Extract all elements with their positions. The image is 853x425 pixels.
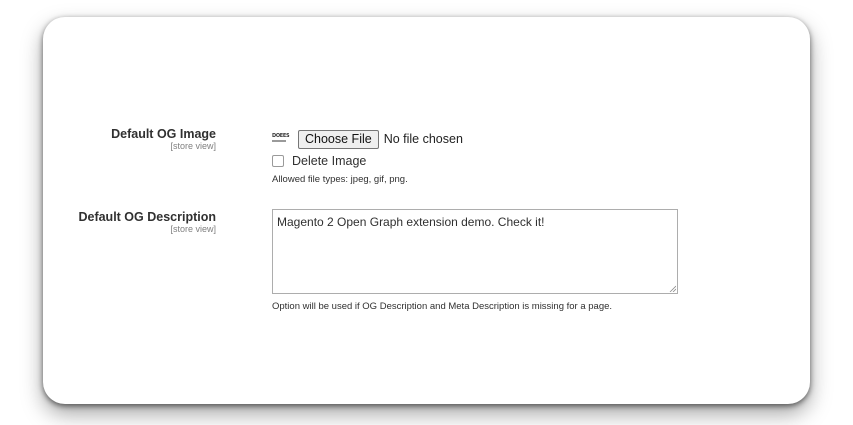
allowed-file-types-note: Allowed file types: jpeg, gif, png.: [272, 174, 408, 185]
settings-card: Default OG Image [store view] DOEES Choo…: [43, 17, 810, 404]
screenshot-stage: Default OG Image [store view] DOEES Choo…: [0, 0, 853, 425]
og-image-scope: [store view]: [170, 141, 216, 151]
delete-image-checkbox[interactable]: [272, 155, 284, 167]
og-description-value: Magento 2 Open Graph extension demo. Che…: [277, 215, 545, 229]
og-image-thumbnail[interactable]: DOEES: [272, 133, 290, 144]
og-image-title: Default OG Image: [111, 127, 216, 141]
og-description-scope: [store view]: [170, 224, 216, 234]
og-image-label: Default OG Image [store view]: [111, 127, 216, 152]
og-image-uploader: DOEES Choose File No file chosen: [272, 129, 463, 149]
delete-image-row: Delete Image: [272, 153, 366, 169]
delete-image-label[interactable]: Delete Image: [292, 154, 366, 168]
og-description-title: Default OG Description: [78, 210, 216, 224]
og-description-textarea[interactable]: Magento 2 Open Graph extension demo. Che…: [272, 209, 678, 294]
og-image-thumbnail-text: DOEES: [272, 133, 290, 139]
file-status-text: No file chosen: [383, 132, 463, 146]
og-image-thumbnail-bar: [272, 140, 286, 142]
resize-handle-icon[interactable]: [669, 285, 676, 292]
og-description-label: Default OG Description [store view]: [78, 210, 216, 235]
og-description-note: Option will be used if OG Description an…: [272, 301, 613, 312]
choose-file-button[interactable]: Choose File: [298, 129, 379, 149]
